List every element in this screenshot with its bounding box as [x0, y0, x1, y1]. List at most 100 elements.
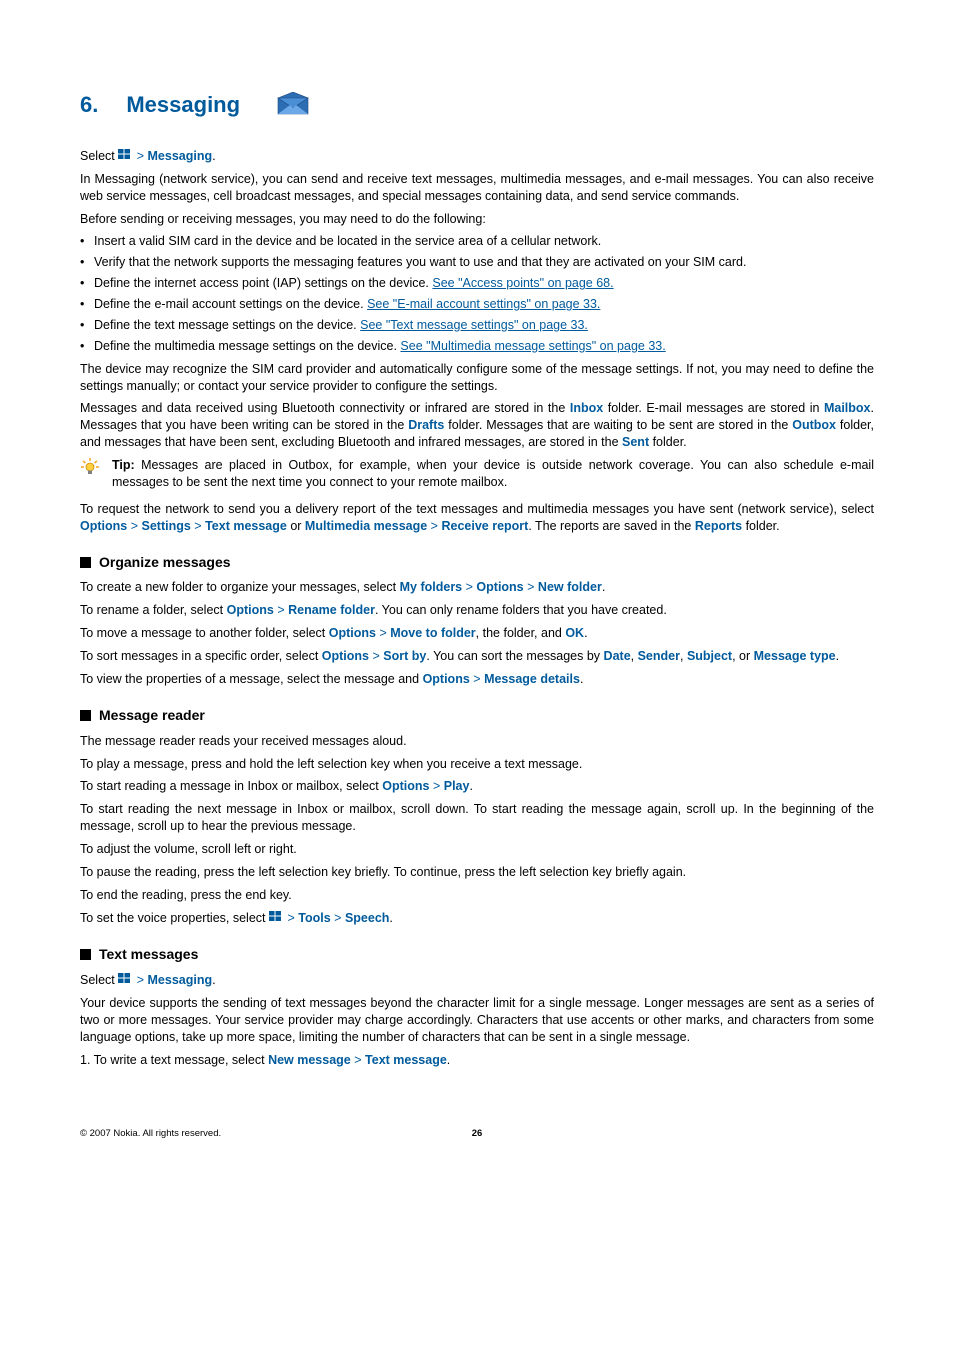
renamefolder-brand: Rename folder [288, 603, 375, 617]
speech-brand: Speech [345, 911, 389, 925]
text: . The reports are saved in the [528, 519, 695, 533]
text: To view the properties of a message, sel… [80, 672, 423, 686]
list-item: Define the internet access point (IAP) s… [80, 275, 874, 292]
text: . You can sort the messages by [426, 649, 603, 663]
text: . [389, 911, 392, 925]
ok-brand: OK [565, 626, 584, 640]
messagedetails-brand: Message details [484, 672, 580, 686]
separator: > [473, 672, 480, 686]
chapter-title: 6. Messaging [80, 90, 874, 120]
paragraph: To start reading the next message in Inb… [80, 801, 874, 835]
paragraph: To create a new folder to organize your … [80, 579, 874, 596]
movetofolder-brand: Move to folder [390, 626, 475, 640]
section-organize-messages: Organize messages [80, 553, 874, 572]
separator: > [287, 911, 294, 925]
text: Define the multimedia message settings o… [94, 339, 400, 353]
settings-brand: Settings [142, 519, 191, 533]
separator: > [137, 973, 144, 987]
play-brand: Play [444, 779, 470, 793]
paragraph: Your device supports the sending of text… [80, 995, 874, 1046]
text: . [584, 626, 587, 640]
newfolder-brand: New folder [538, 580, 602, 594]
text: , the folder, and [476, 626, 566, 640]
text: . [212, 149, 215, 163]
section-title: Message reader [99, 706, 205, 725]
text: 1. To write a text message, select [80, 1053, 268, 1067]
prerequisites-list: Insert a valid SIM card in the device an… [80, 233, 874, 354]
text: Define the text message settings on the … [94, 318, 360, 332]
section-title: Organize messages [99, 553, 231, 572]
paragraph: To adjust the volume, scroll left or rig… [80, 841, 874, 858]
tools-brand: Tools [298, 911, 330, 925]
separator: > [334, 911, 341, 925]
paragraph: To move a message to another folder, sel… [80, 625, 874, 642]
text: To move a message to another folder, sel… [80, 626, 329, 640]
text: folder. [742, 519, 780, 533]
select-line: Select > Messaging. [80, 972, 874, 989]
separator: > [372, 649, 379, 663]
square-bullet-icon [80, 710, 91, 721]
email-settings-link[interactable]: See "E-mail account settings" on page 33… [367, 297, 600, 311]
drafts-brand: Drafts [408, 418, 444, 432]
tip-label: Tip: [112, 458, 141, 472]
options-brand: Options [423, 672, 470, 686]
separator: > [131, 519, 138, 533]
section-text-messages: Text messages [80, 945, 874, 964]
text: To sort messages in a specific order, se… [80, 649, 322, 663]
text: . [836, 649, 839, 663]
text: To request the network to send you a del… [80, 502, 874, 516]
separator: > [379, 626, 386, 640]
list-item: Insert a valid SIM card in the device an… [80, 233, 874, 250]
storage-paragraph: Messages and data received using Bluetoo… [80, 400, 874, 451]
text: or [287, 519, 305, 533]
text: Define the internet access point (IAP) s… [94, 276, 432, 290]
inbox-brand: Inbox [570, 401, 603, 415]
paragraph: To play a message, press and hold the le… [80, 756, 874, 773]
text: folder. [649, 435, 687, 449]
page-number: 26 [472, 1128, 483, 1141]
date-brand: Date [604, 649, 631, 663]
separator: > [137, 149, 144, 163]
section-message-reader: Message reader [80, 706, 874, 725]
square-bullet-icon [80, 949, 91, 960]
square-bullet-icon [80, 557, 91, 568]
list-item: Define the multimedia message settings o… [80, 338, 874, 355]
text: . [447, 1053, 450, 1067]
text-settings-link[interactable]: See "Text message settings" on page 33. [360, 318, 588, 332]
options-brand: Options [227, 603, 274, 617]
text: , or [732, 649, 754, 663]
textmessage-brand: Text message [365, 1053, 447, 1067]
text: . You can only rename folders that you h… [375, 603, 667, 617]
subject-brand: Subject [687, 649, 732, 663]
step-1: 1. To write a text message, select New m… [80, 1052, 874, 1069]
tip-text: Tip: Messages are placed in Outbox, for … [112, 457, 874, 491]
sender-brand: Sender [638, 649, 680, 663]
messaging-brand: Messaging [148, 149, 213, 163]
newmessage-brand: New message [268, 1053, 351, 1067]
mailbox-brand: Mailbox [824, 401, 871, 415]
separator: > [466, 580, 473, 594]
list-item: Define the text message settings on the … [80, 317, 874, 334]
tip-icon [80, 457, 100, 491]
options-brand: Options [476, 580, 523, 594]
separator: > [277, 603, 284, 617]
messagetype-brand: Message type [754, 649, 836, 663]
list-item: Define the e-mail account settings on th… [80, 296, 874, 313]
copyright: © 2007 Nokia. All rights reserved. [80, 1128, 221, 1139]
options-brand: Options [382, 779, 429, 793]
text: . [469, 779, 472, 793]
text: To create a new folder to organize your … [80, 580, 400, 594]
text: folder. Messages that are waiting to be … [444, 418, 792, 432]
paragraph: In Messaging (network service), you can … [80, 171, 874, 205]
footer: © 2007 Nokia. All rights reserved. 26 [80, 1128, 874, 1141]
separator: > [194, 519, 201, 533]
access-points-link[interactable]: See "Access points" on page 68. [432, 276, 613, 290]
messaging-brand: Messaging [148, 973, 213, 987]
mms-settings-link[interactable]: See "Multimedia message settings" on pag… [400, 339, 665, 353]
text: . [580, 672, 583, 686]
section-title: Text messages [99, 945, 198, 964]
text: Messages and data received using Bluetoo… [80, 401, 570, 415]
separator: > [354, 1053, 361, 1067]
text: . [602, 580, 605, 594]
reports-brand: Reports [695, 519, 742, 533]
